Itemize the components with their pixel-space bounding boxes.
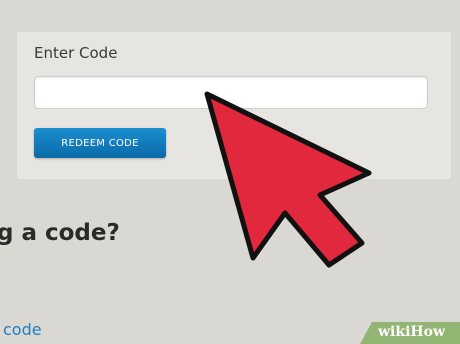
redeem-code-button[interactable]: REDEEM CODE — [34, 128, 166, 158]
watermark-logo-text: wikiHow — [378, 324, 446, 340]
redeem-code-panel: Enter Code REDEEM CODE — [17, 32, 451, 179]
wikihow-watermark: wikiHow — [360, 322, 460, 344]
code-link[interactable]: code — [3, 320, 42, 339]
code-input[interactable] — [34, 76, 428, 109]
enter-code-label: Enter Code — [34, 44, 118, 62]
page: Enter Code REDEEM CODE g a code? code wi… — [0, 0, 460, 344]
question-heading: g a code? — [0, 220, 120, 246]
